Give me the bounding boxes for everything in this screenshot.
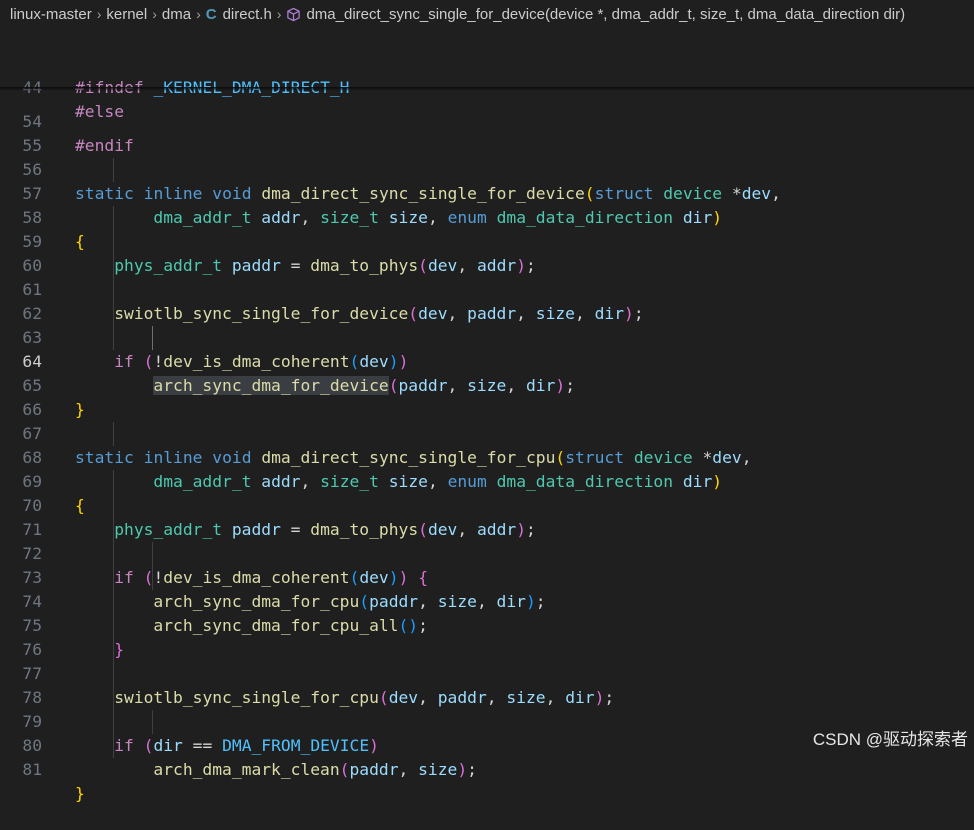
code-line-active[interactable]: 64 arch_sync_dma_for_device(paddr, size,… [0,326,974,395]
code-line[interactable]: 67 static inline void dma_direct_sync_si… [0,398,974,467]
code-line[interactable]: 74 arch_sync_dma_for_cpu_all(); [0,566,974,635]
code-line[interactable]: 72 if (!dev_is_dma_coherent(dev)) { [0,518,974,587]
sticky-line[interactable]: 44 #else [0,52,974,121]
breadcrumb-item-dma[interactable]: dma [162,6,191,23]
indent-guide [113,422,114,446]
code-line[interactable]: 63 if (!dev_is_dma_coherent(dev)) [0,302,974,371]
watermark: CSDN @驱动探索者 [812,730,968,749]
code-line[interactable]: 78 [0,662,974,707]
indent-guide [113,470,114,758]
breadcrumb-item-root[interactable]: linux-master [10,6,92,23]
code-text: } [75,784,85,803]
indent-guide [152,710,153,734]
code-text: arch_dma_mark_clean(paddr, size); [153,760,477,779]
code-line[interactable]: 77 swiotlb_sync_single_for_cpu(dev, padd… [0,638,974,707]
code-text: #else [75,102,125,121]
code-line[interactable]: 73 arch_sync_dma_for_cpu(paddr, size, di… [0,542,974,611]
breadcrumb: linux-master › kernel › dma › C direct.h… [0,0,974,28]
indent-guide [113,158,114,182]
code-line[interactable]: 57 dma_addr_t addr, size_t size, enum dm… [0,158,974,227]
sticky-line[interactable]: 7 #ifndef _KERNEL_DMA_DIRECT_H [0,28,974,97]
chevron-right-icon: › [276,6,282,22]
code-line[interactable]: 68 dma_addr_t addr, size_t size, enum dm… [0,422,974,491]
chevron-right-icon: › [96,6,102,22]
code-line[interactable]: 60 [0,230,974,275]
code-line[interactable]: 66 [0,374,974,419]
indent-guide [152,542,153,590]
line-number: 81 [22,760,42,779]
code-line[interactable]: 75 } [0,590,974,659]
code-line[interactable]: 69 { [0,446,974,515]
chevron-right-icon: › [196,6,201,22]
c-file-icon: C [205,5,217,23]
breadcrumb-item-kernel[interactable]: kernel [106,6,147,23]
indent-guide [113,206,114,350]
code-line[interactable]: 62 [0,278,974,323]
breadcrumb-item-symbol[interactable]: dma_direct_sync_single_for_device(device… [306,6,905,23]
code-line[interactable]: 56 static inline void dma_direct_sync_si… [0,134,974,203]
symbol-method-icon [287,7,301,21]
code-line[interactable]: 65 } [0,350,974,419]
code-line[interactable]: 61 swiotlb_sync_single_for_device(dev, p… [0,254,974,323]
code-line[interactable]: 55 [0,110,974,155]
indent-guide-active [152,326,153,350]
chevron-right-icon: › [152,6,157,22]
code-line[interactable]: 58 { [0,182,974,251]
code-line[interactable]: 59 phys_addr_t paddr = dma_to_phys(dev, … [0,206,974,275]
sticky-scroll-shadow [0,87,974,91]
code-editor[interactable]: 7 #ifndef _KERNEL_DMA_DIRECT_H 44 #else … [0,28,974,803]
code-line[interactable]: 79 if (dir == DMA_FROM_DEVICE) [0,686,974,755]
code-line[interactable]: 70 phys_addr_t paddr = dma_to_phys(dev, … [0,470,974,539]
code-line[interactable]: 76 [0,614,974,659]
breadcrumb-item-file[interactable]: direct.h [223,6,272,23]
code-line[interactable]: 71 [0,494,974,539]
